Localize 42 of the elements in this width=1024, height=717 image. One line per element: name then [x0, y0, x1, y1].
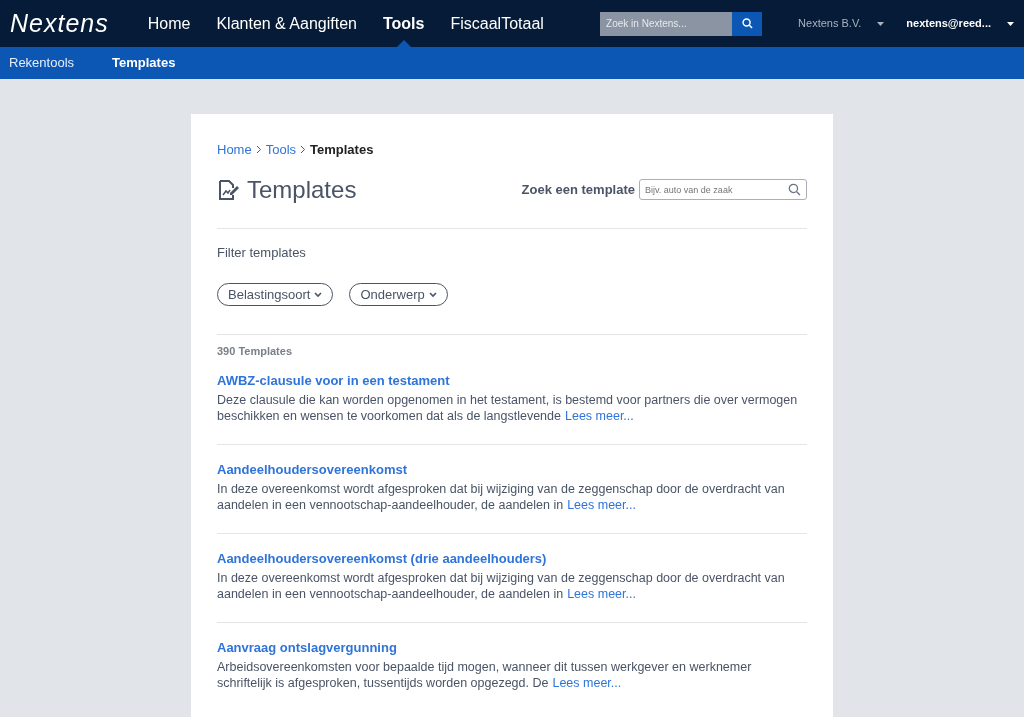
search-label: Zoek een template	[521, 181, 635, 200]
caret-icon	[1007, 21, 1014, 26]
filter-dropdown[interactable]: Onderwerp	[349, 282, 448, 307]
template-title-link[interactable]: Aandeelhoudersovereenkomst	[217, 459, 407, 480]
chevron-icon	[300, 145, 307, 155]
nav-link[interactable]: Home	[134, 0, 204, 47]
search-field[interactable]: Zoek in Nextens...	[600, 11, 733, 36]
chevron-icon	[255, 145, 262, 155]
filter-label: Filter templates	[217, 244, 307, 263]
user-dropdown[interactable]: nextens@reed...	[906, 15, 1014, 32]
breadcrumb-current: Templates	[310, 141, 374, 159]
template-title-link[interactable]: Aandeelhoudersovereenkomst (drie aandeelhouders)	[217, 548, 547, 569]
breadcrumb-link[interactable]: Tools	[265, 140, 297, 160]
nav-link[interactable]: FiscaalTotaal	[437, 0, 557, 47]
chevron-down-icon	[428, 291, 437, 298]
filter-dropdown[interactable]: Belastingsoort	[217, 282, 334, 307]
read-more-link[interactable]: Lees meer...	[567, 586, 636, 601]
template-description: In deze overeenkomst wordt afgesproken dat bij wijziging van de zeggenschap door de overdracht van aandelen in een vennootschap-aandeelhouder, de aandelen in Lees meer...	[217, 569, 786, 602]
search-button[interactable]	[732, 11, 763, 36]
template-description: In deze overeenkomst wordt afgesproken dat bij wijziging van de zeggenschap door de overdracht van aandelen in een vennootschap-aandeelhouder, de aandelen in Lees meer...	[217, 480, 786, 513]
search-icon	[788, 183, 801, 197]
document-edit-icon	[217, 178, 239, 201]
template-count: 390 Templates	[217, 344, 293, 360]
read-more-link[interactable]: Lees meer...	[552, 675, 622, 690]
template-search-field[interactable]: Bijv. auto van de zaak	[639, 179, 807, 201]
nav-link[interactable]: Klanten & Aangiften	[203, 0, 370, 47]
subnav-link[interactable]: Templates	[103, 53, 185, 73]
breadcrumb-link[interactable]: Home	[217, 140, 252, 160]
nav-link[interactable]: Tools	[369, 0, 438, 47]
subnav-link[interactable]: Rekentools	[0, 53, 84, 73]
template-description: Arbeidsovereenkomsten voor bepaalde tijd mogen, wanneer dit tussen werkgever en werknemer schriftelijk is afgesproken, tussentijds worden opgezegd. De Lees meer...	[217, 658, 753, 691]
page-title: Templates	[247, 175, 357, 205]
template-title-link[interactable]: AWBZ-clausule voor in een testament	[217, 370, 450, 391]
template-description: Deze clausule die kan worden opgenomen in het testament, is bestemd voor partners die over vermogen beschikken en wensen te voorkomen dat als de langstlevende Lees meer...	[217, 391, 799, 424]
read-more-link[interactable]: Lees meer...	[565, 408, 634, 423]
template-title-link[interactable]: Aanvraag ontslagvergunning	[217, 637, 397, 658]
search-icon	[741, 18, 753, 29]
chevron-down-icon	[314, 291, 323, 298]
caret-icon	[877, 21, 885, 26]
read-more-link[interactable]: Lees meer...	[567, 497, 636, 512]
logo: Nextens	[9, 7, 110, 39]
company-dropdown[interactable]: Nextens B.V.	[798, 15, 885, 32]
